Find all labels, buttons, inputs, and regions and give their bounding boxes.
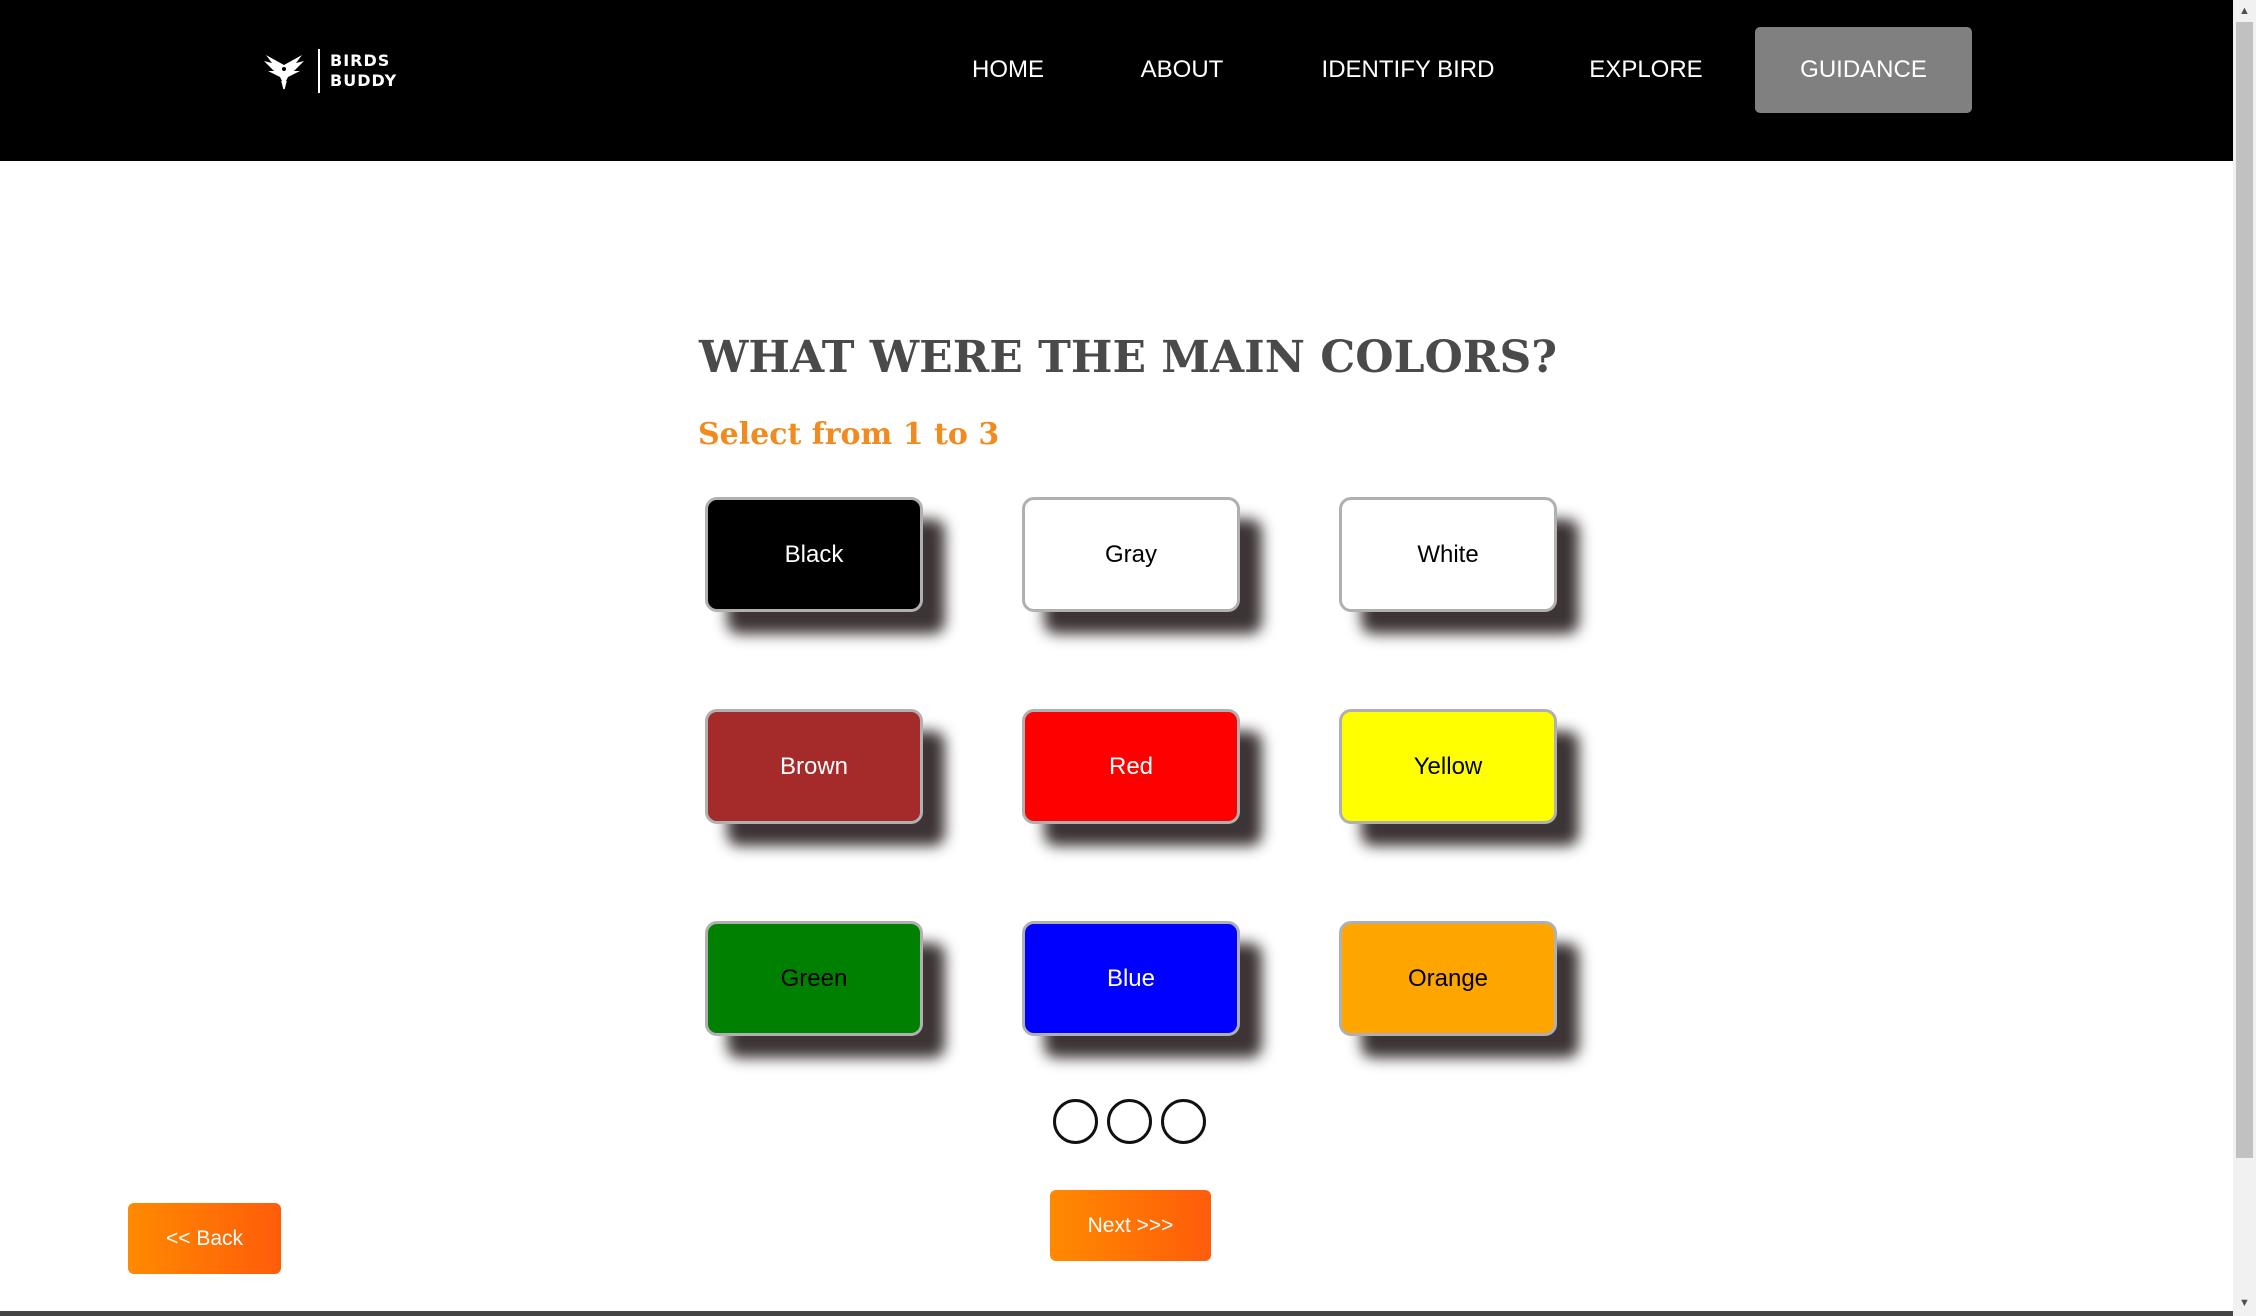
color-option-gray[interactable]: Gray — [1022, 497, 1240, 612]
scrollbar-thumb[interactable] — [2236, 22, 2253, 1158]
color-option-red[interactable]: Red — [1022, 709, 1240, 824]
next-button[interactable]: Next >>> — [1050, 1190, 1211, 1261]
color-option-orange[interactable]: Orange — [1339, 921, 1557, 1036]
back-button[interactable]: << Back — [128, 1203, 281, 1274]
color-option-blue[interactable]: Blue — [1022, 921, 1240, 1036]
nav-home[interactable]: HOME — [956, 27, 1060, 113]
scroll-down-icon[interactable]: ▼ — [2236, 1294, 2253, 1312]
nav-explore[interactable]: EXPLORE — [1578, 27, 1714, 113]
nav-guidance[interactable]: GUIDANCE — [1755, 27, 1972, 113]
color-option-green[interactable]: Green — [705, 921, 923, 1036]
page-bottom-border — [0, 1311, 2233, 1316]
selection-indicator — [1053, 1099, 1206, 1144]
selection-slot-3 — [1161, 1099, 1206, 1144]
selection-slot-1 — [1053, 1099, 1098, 1144]
color-option-brown[interactable]: Brown — [705, 709, 923, 824]
nav-identify-bird[interactable]: IDENTIFY BIRD — [1308, 27, 1508, 113]
selection-instruction: Select from 1 to 3 — [698, 417, 1000, 452]
scroll-up-icon[interactable]: ▲ — [2236, 2, 2253, 20]
color-option-white[interactable]: White — [1339, 497, 1557, 612]
color-option-black[interactable]: Black — [705, 497, 923, 612]
nav-about[interactable]: ABOUT — [1132, 27, 1232, 113]
page-title: WHAT WERE THE MAIN COLORS? — [698, 332, 1558, 383]
selection-slot-2 — [1107, 1099, 1152, 1144]
top-navbar: BIRDS BUDDY HOME ABOUT IDENTIFY BIRD EXP… — [0, 0, 2233, 161]
color-option-yellow[interactable]: Yellow — [1339, 709, 1557, 824]
main-nav: HOME ABOUT IDENTIFY BIRD EXPLORE GUIDANC… — [0, 27, 2233, 113]
